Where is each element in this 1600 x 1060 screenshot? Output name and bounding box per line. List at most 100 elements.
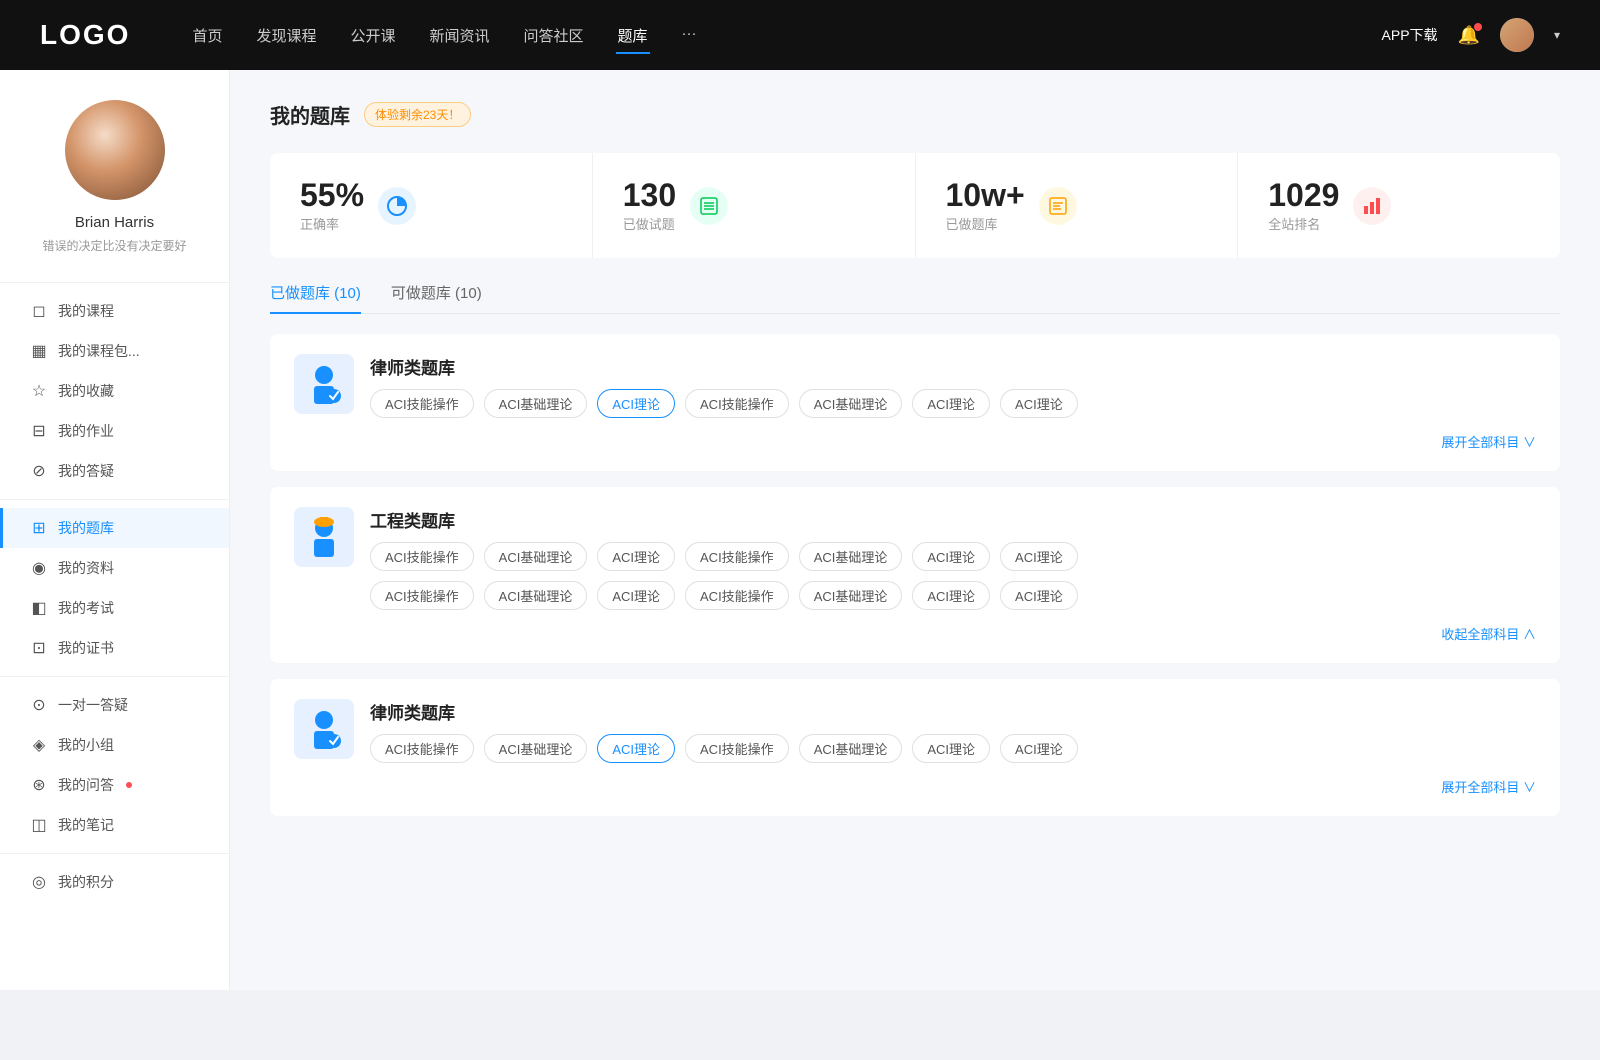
tag-2-2[interactable]: ACI理论	[597, 734, 675, 763]
stats-row: 55% 正确率 130 已做试题	[270, 153, 1560, 258]
bar-chart-up-icon	[1362, 196, 1382, 216]
tag-2-6[interactable]: ACI理论	[1000, 734, 1078, 763]
expand-collapse-0[interactable]: 展开全部科目 ∨	[294, 432, 1536, 451]
group-icon: ◈	[30, 735, 48, 755]
nav-open-course[interactable]: 公开课	[348, 21, 397, 50]
sidebar-label-my-course: 我的课程	[58, 301, 114, 321]
tag-1-2[interactable]: ACI理论	[597, 542, 675, 571]
tag-0-0[interactable]: ACI技能操作	[370, 389, 474, 418]
sidebar-item-points[interactable]: ◎ 我的积分	[0, 862, 229, 902]
qbank-title-2: 律师类题库	[370, 699, 1078, 724]
sidebar-item-certificate[interactable]: ⊡ 我的证书	[0, 628, 229, 668]
tag-1-1[interactable]: ACI基础理论	[484, 542, 588, 571]
stat-accuracy: 55% 正确率	[270, 153, 593, 258]
sidebar-item-question-bank[interactable]: ⊞ 我的题库	[0, 508, 229, 548]
bar-chart-icon: ▦	[30, 341, 48, 361]
user-avatar	[65, 100, 165, 200]
sidebar-item-homework[interactable]: ⊟ 我的作业	[0, 411, 229, 451]
tab-available-banks[interactable]: 可做题库 (10)	[391, 282, 482, 313]
stat-accuracy-text: 55% 正确率	[300, 177, 364, 234]
lawyer-icon-2	[299, 704, 349, 754]
user-motto: 错误的决定比没有决定要好	[22, 237, 206, 254]
app-download-button[interactable]: APP下载	[1382, 25, 1438, 45]
sidebar-label-one-on-one: 一对一答疑	[58, 695, 128, 715]
accuracy-icon	[378, 187, 416, 225]
done-questions-icon	[690, 187, 728, 225]
page-header: 我的题库 体验剩余23天！	[270, 100, 1560, 129]
tag-0-3[interactable]: ACI技能操作	[685, 389, 789, 418]
tag-1-4[interactable]: ACI基础理论	[799, 542, 903, 571]
sidebar-item-one-on-one[interactable]: ⊙ 一对一答疑	[0, 685, 229, 725]
tag-1-6[interactable]: ACI理论	[1000, 542, 1078, 571]
sidebar-item-exam[interactable]: ◧ 我的考试	[0, 588, 229, 628]
nav-discover[interactable]: 发现课程	[254, 21, 318, 50]
sidebar-item-course-package[interactable]: ▦ 我的课程包...	[0, 331, 229, 371]
nav-more[interactable]: ···	[680, 21, 699, 50]
sidebar-item-my-course[interactable]: ◻ 我的课程	[0, 291, 229, 331]
notification-dot	[126, 782, 132, 788]
sidebar-item-profile[interactable]: ◉ 我的资料	[0, 548, 229, 588]
tag-1-9[interactable]: ACI理论	[597, 581, 675, 610]
user-name: Brian Harris	[75, 214, 154, 231]
exam-icon: ◧	[30, 598, 48, 618]
tag-1-12[interactable]: ACI理论	[912, 581, 990, 610]
page-title: 我的题库	[270, 100, 350, 129]
nav-news[interactable]: 新闻资讯	[428, 21, 492, 50]
expand-collapse-2[interactable]: 展开全部科目 ∨	[294, 777, 1536, 796]
qbank-info-1: 工程类题库 ACI技能操作 ACI基础理论 ACI理论 ACI技能操作 ACI基…	[370, 507, 1078, 610]
qbank-title-0: 律师类题库	[370, 354, 1078, 379]
sidebar-divider-top	[0, 282, 229, 283]
chevron-down-icon[interactable]: ▾	[1554, 28, 1560, 42]
sidebar-label-points: 我的积分	[58, 872, 114, 892]
notes-icon: ◫	[30, 815, 48, 835]
avatar-image	[65, 100, 165, 200]
sidebar-label-homework: 我的作业	[58, 421, 114, 441]
tag-1-0[interactable]: ACI技能操作	[370, 542, 474, 571]
avatar[interactable]	[1500, 18, 1534, 52]
sidebar-item-favorites[interactable]: ☆ 我的收藏	[0, 371, 229, 411]
tag-1-13[interactable]: ACI理论	[1000, 581, 1078, 610]
tag-2-5[interactable]: ACI理论	[912, 734, 990, 763]
tag-0-2[interactable]: ACI理论	[597, 389, 675, 418]
tag-1-7[interactable]: ACI技能操作	[370, 581, 474, 610]
expand-collapse-1[interactable]: 收起全部科目 ∧	[294, 624, 1536, 643]
tab-done-banks[interactable]: 已做题库 (10)	[270, 282, 361, 313]
stat-ranking-value: 1029	[1268, 177, 1339, 214]
document-icon: ◻	[30, 301, 48, 321]
qbank-header-0: 律师类题库 ACI技能操作 ACI基础理论 ACI理论 ACI技能操作 ACI基…	[294, 354, 1536, 418]
sidebar-label-qa: 我的答疑	[58, 461, 114, 481]
user-icon: ◉	[30, 558, 48, 578]
nav-qa[interactable]: 问答社区	[522, 21, 586, 50]
tag-1-3[interactable]: ACI技能操作	[685, 542, 789, 571]
sidebar-item-qa[interactable]: ⊘ 我的答疑	[0, 451, 229, 491]
sidebar-divider-3	[0, 853, 229, 854]
notification-bell-icon[interactable]: 🔔	[1458, 25, 1480, 46]
tag-0-1[interactable]: ACI基础理论	[484, 389, 588, 418]
tag-0-6[interactable]: ACI理论	[1000, 389, 1078, 418]
nav-home[interactable]: 首页	[190, 21, 224, 50]
tag-2-1[interactable]: ACI基础理论	[484, 734, 588, 763]
stat-accuracy-label: 正确率	[300, 217, 339, 232]
tag-1-10[interactable]: ACI技能操作	[685, 581, 789, 610]
tag-2-3[interactable]: ACI技能操作	[685, 734, 789, 763]
sidebar-item-group[interactable]: ◈ 我的小组	[0, 725, 229, 765]
sidebar-item-notes[interactable]: ◫ 我的笔记	[0, 805, 229, 845]
tag-1-11[interactable]: ACI基础理论	[799, 581, 903, 610]
qbank-section-0: 律师类题库 ACI技能操作 ACI基础理论 ACI理论 ACI技能操作 ACI基…	[270, 334, 1560, 471]
tag-2-0[interactable]: ACI技能操作	[370, 734, 474, 763]
nav-question-bank[interactable]: 题库	[616, 21, 650, 50]
tab-row: 已做题库 (10) 可做题库 (10)	[270, 282, 1560, 314]
star-icon: ☆	[30, 381, 48, 401]
stat-banks-label: 已做题库	[946, 217, 998, 232]
qbank-icon-0	[294, 354, 354, 414]
qbank-tags-0: ACI技能操作 ACI基础理论 ACI理论 ACI技能操作 ACI基础理论 AC…	[370, 389, 1078, 418]
nav-right: APP下载 🔔 ▾	[1382, 18, 1560, 52]
sidebar-item-my-qa[interactable]: ⊛ 我的问答	[0, 765, 229, 805]
tag-0-5[interactable]: ACI理论	[912, 389, 990, 418]
tag-1-8[interactable]: ACI基础理论	[484, 581, 588, 610]
qbank-tags-2: ACI技能操作 ACI基础理论 ACI理论 ACI技能操作 ACI基础理论 AC…	[370, 734, 1078, 763]
tag-0-4[interactable]: ACI基础理论	[799, 389, 903, 418]
tag-2-4[interactable]: ACI基础理论	[799, 734, 903, 763]
tag-1-5[interactable]: ACI理论	[912, 542, 990, 571]
stat-ranking-text: 1029 全站排名	[1268, 177, 1339, 234]
